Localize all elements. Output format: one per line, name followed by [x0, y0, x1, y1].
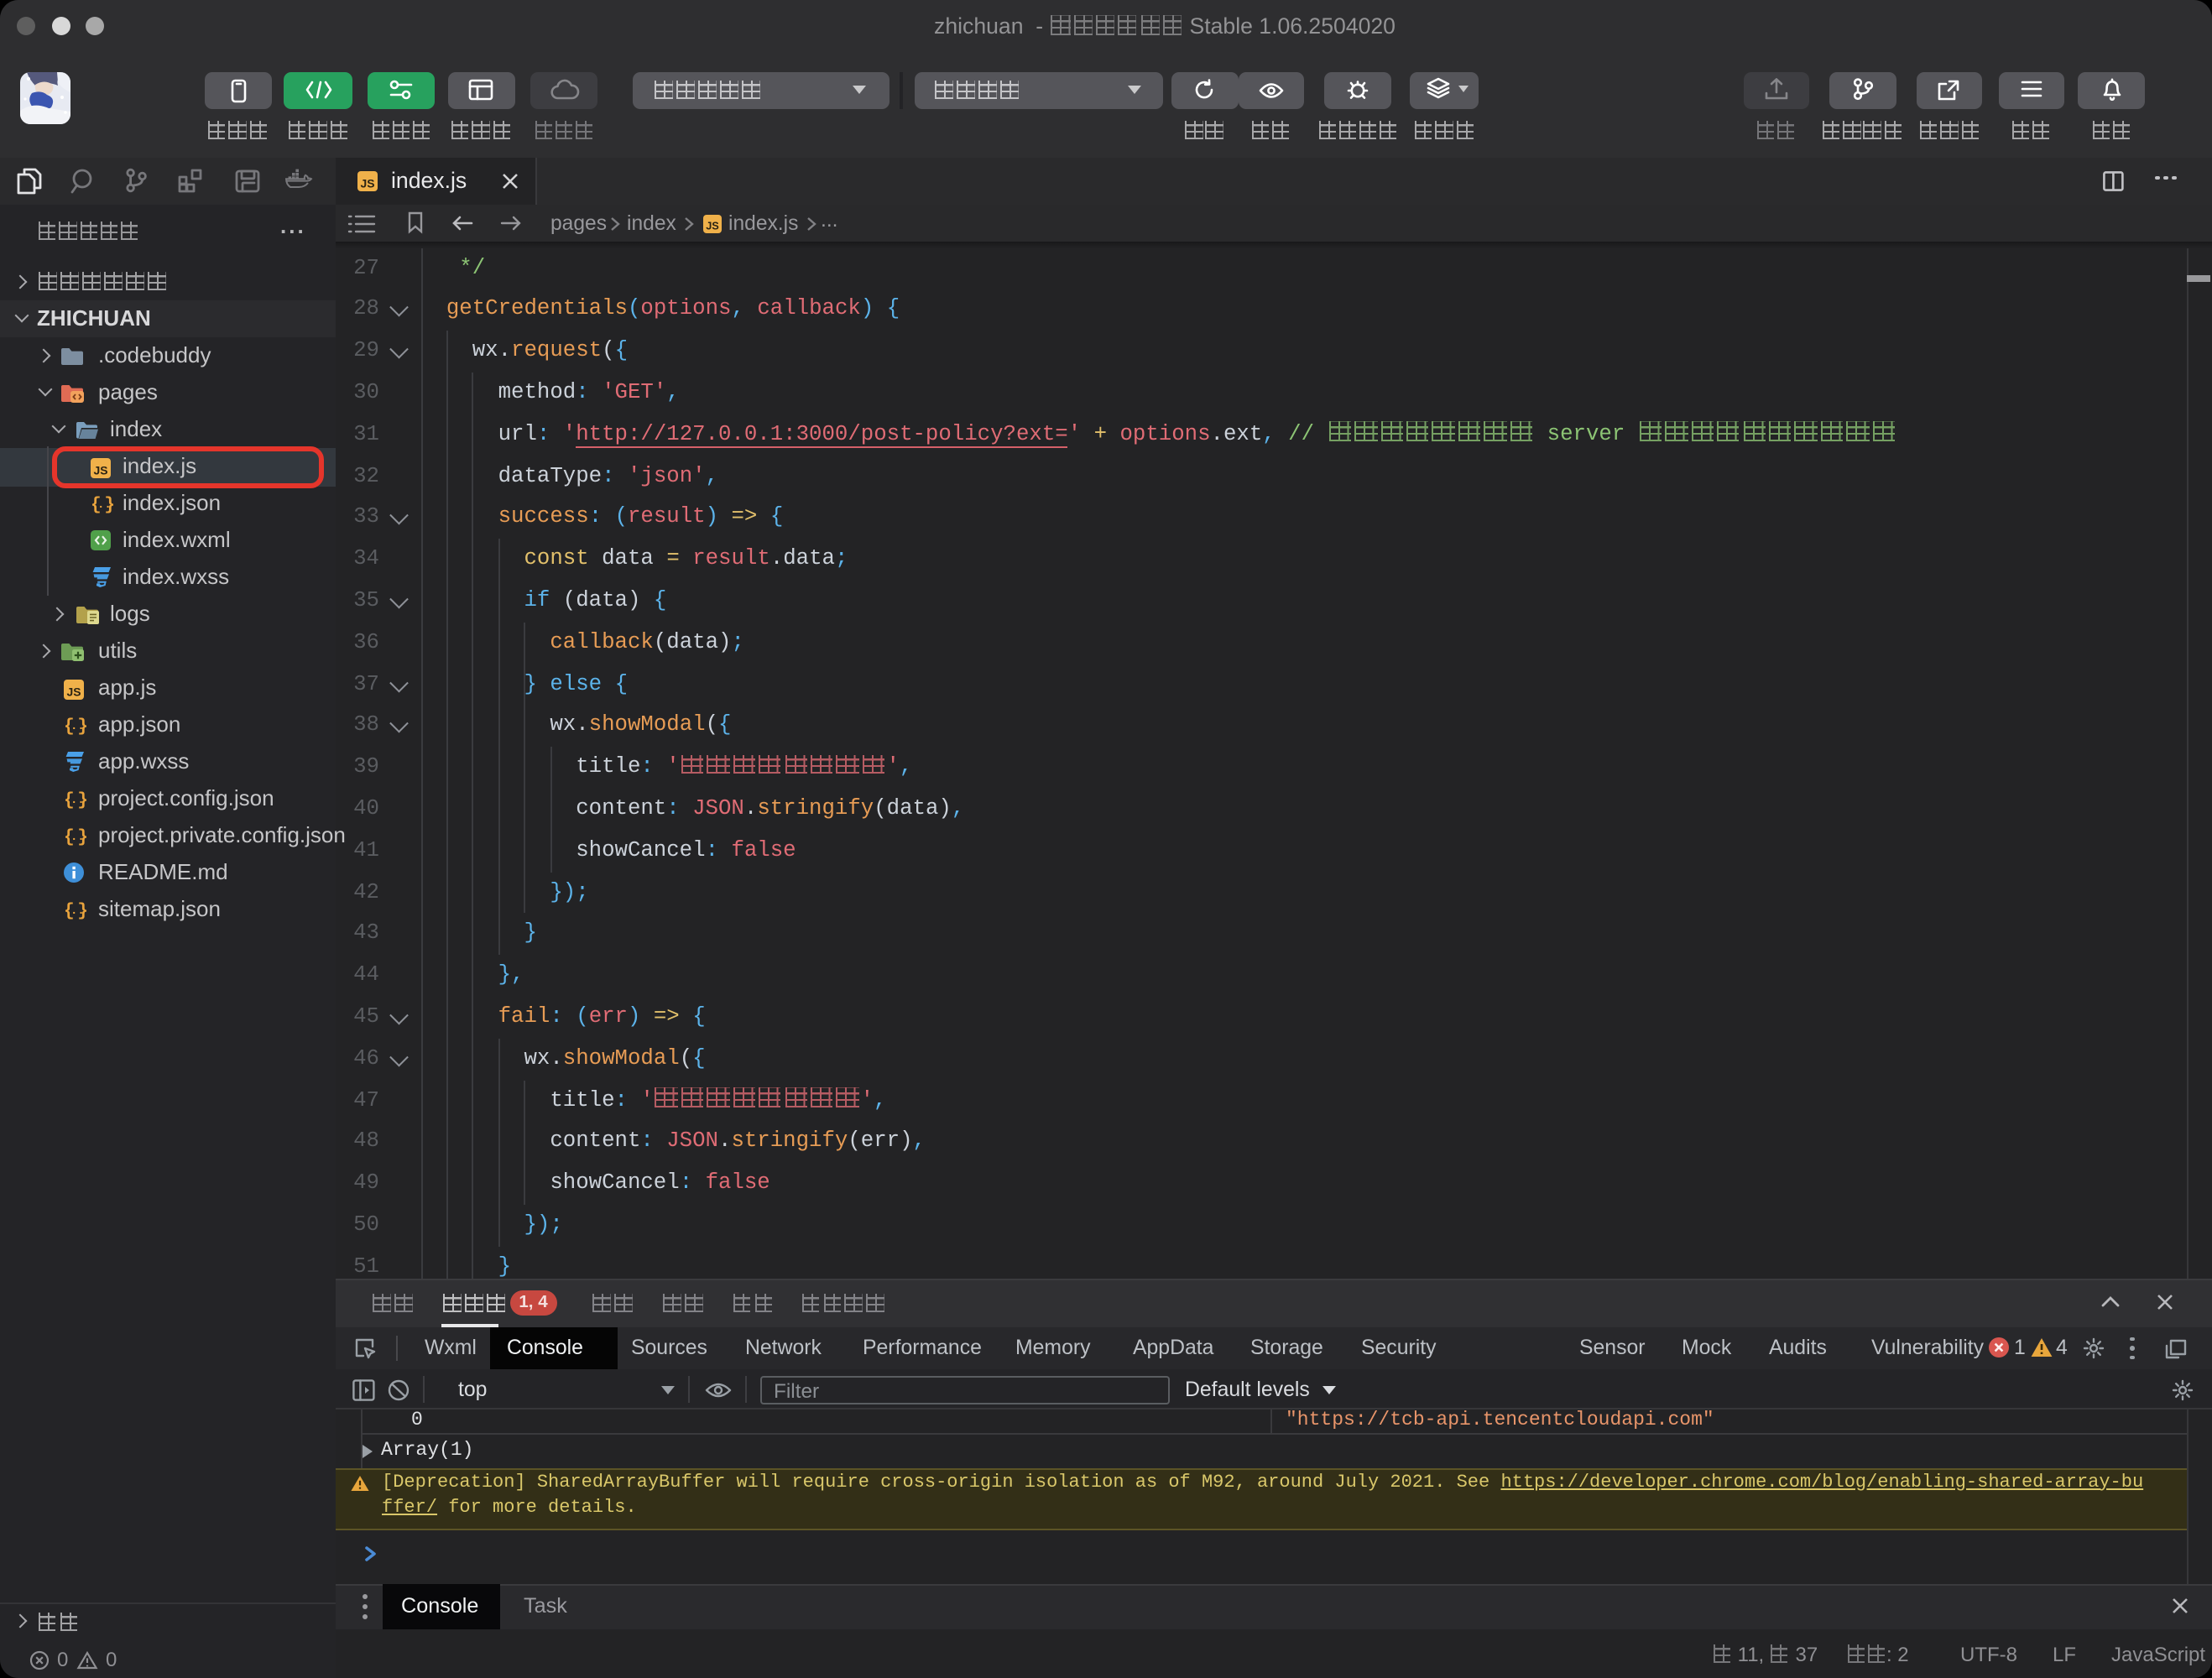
svg-text:JS: JS	[705, 219, 718, 232]
svg-text:JS: JS	[360, 176, 374, 190]
